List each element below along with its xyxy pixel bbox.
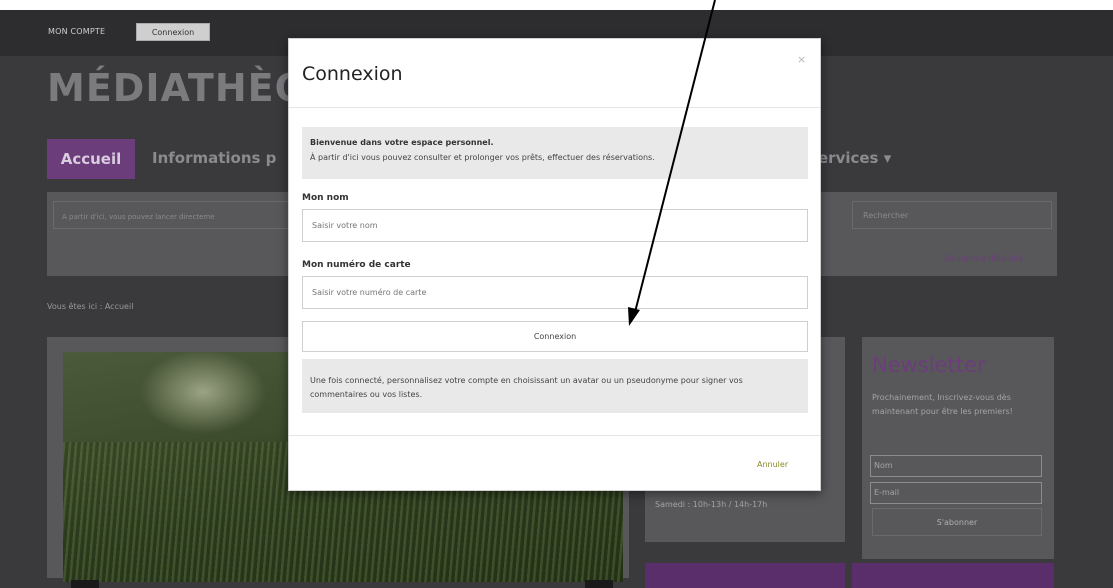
name-label: Mon nom	[302, 193, 349, 203]
submit-login-button[interactable]: Connexion	[302, 321, 808, 352]
newsletter-text: Prochainement, Inscrivez-vous dès mainte…	[872, 393, 1013, 416]
breadcrumb: Vous êtes ici : Accueil	[47, 302, 134, 311]
welcome-title: Bienvenue dans votre espace personnel.	[310, 138, 494, 147]
login-modal: Connexion × Bienvenue dans votre espace …	[288, 38, 821, 491]
purple-tile-2[interactable]	[852, 563, 1054, 588]
account-label[interactable]: MON COMPTE	[48, 27, 105, 36]
hours-saturday: Samedi : 10h-13h / 14h-17h	[655, 500, 768, 509]
welcome-text: À partir d'ici vous pouvez consulter et …	[310, 153, 655, 162]
newsletter-title: Newsletter	[872, 353, 986, 377]
newsletter-email-input[interactable]: E-mail	[870, 482, 1042, 504]
nav-home-tab[interactable]: Accueil	[47, 139, 135, 179]
card-number-label: Mon numéro de carte	[302, 260, 411, 270]
search-hint: A partir d'ici, vous pouvez lancer direc…	[62, 213, 215, 221]
carousel-prev-button[interactable]	[71, 580, 99, 588]
name-input[interactable]	[302, 209, 808, 242]
card-number-input[interactable]	[302, 276, 808, 309]
purple-tile-1[interactable]	[645, 563, 845, 588]
close-icon[interactable]: ×	[797, 53, 806, 66]
modal-title: Connexion	[302, 63, 403, 85]
search-button[interactable]: Rechercher	[852, 201, 1052, 229]
info-text: Une fois connecté, personnalisez votre c…	[310, 376, 743, 399]
advanced-search-link[interactable]: Recherche détaillée	[944, 254, 1023, 263]
nav-services-tab[interactable]: ervices ▾	[818, 149, 891, 167]
login-button[interactable]: Connexion	[136, 23, 210, 41]
modal-divider-top	[289, 107, 820, 108]
carousel-next-button[interactable]	[585, 580, 613, 588]
newsletter-name-input[interactable]: Nom	[870, 455, 1042, 477]
nav-info-tab[interactable]: Informations p	[152, 149, 276, 167]
site-title[interactable]: MÉDIATHÈQ	[47, 66, 308, 110]
newsletter-subscribe-button[interactable]: S'abonner	[872, 508, 1042, 536]
modal-divider-bottom	[289, 435, 820, 436]
cancel-button[interactable]: Annuler	[757, 460, 788, 469]
